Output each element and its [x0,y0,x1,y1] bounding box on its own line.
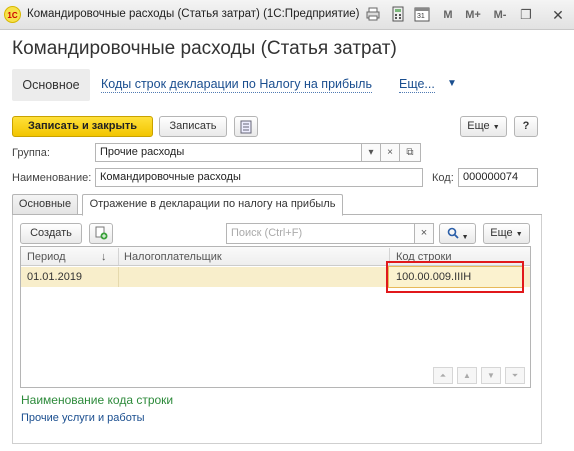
search-chevron-icon: ▼ [461,234,469,241]
search-clear-icon[interactable]: × [414,223,434,244]
window-title: Командировочные расходы (Статья затрат) … [27,8,360,20]
group-label: Группа: [12,147,50,159]
scroll-top-icon[interactable]: ⏶ [433,367,453,384]
column-header-taxpayer[interactable]: Налогоплательщик [124,251,222,263]
help-button[interactable]: ? [514,116,538,137]
page-title: Командировочные расходы (Статья затрат) [12,38,397,59]
table-more-button[interactable]: Еще ▼ [483,223,530,244]
memory-m-button[interactable]: M [441,6,455,24]
nav-declaration-codes-link[interactable]: Коды строк декларации по Налогу на прибы… [101,77,372,93]
group-clear-icon[interactable]: × [380,143,400,162]
table-more-label: Еще [490,227,513,239]
list-icon [240,120,252,134]
line-code-name-text[interactable]: Прочие услуги и работы [21,412,145,424]
copy-row-button[interactable] [89,223,113,244]
cell-period[interactable]: 01.01.2019 [27,271,82,283]
printer-icon[interactable] [364,6,382,24]
app-logo-icon: 1С [4,6,21,23]
form-more-button[interactable]: Еще ▼ [460,116,507,137]
name-field[interactable]: Командировочные расходы [95,168,423,187]
group-open-icon[interactable]: ⧉ [399,143,421,162]
search-button[interactable]: ▼ [439,223,476,244]
memory-minus-button[interactable]: M- [491,6,509,24]
scroll-up-icon[interactable]: ▲ [457,367,477,384]
code-field[interactable]: 000000074 [458,168,538,187]
tab-declaration-reflection[interactable]: Отражение в декларации по налогу на приб… [82,194,343,216]
chevron-down-icon: ▼ [515,231,523,238]
nav-main-tab[interactable]: Основное [12,69,90,101]
chevron-down-icon: ▼ [492,124,500,131]
scroll-down-icon[interactable]: ▼ [481,367,501,384]
column-header-period[interactable]: Период [27,251,66,263]
group-field[interactable]: Прочие расходы [95,143,362,162]
line-code-name-title: Наименование кода строки [21,393,174,407]
tab-basic[interactable]: Основные [12,194,78,215]
search-input[interactable]: Поиск (Ctrl+F) [226,223,415,244]
save-and-close-button[interactable]: Записать и закрыть [12,116,153,137]
highlight-frame [386,261,524,293]
cell-separator [118,267,119,287]
nav-more-arrow-icon[interactable]: ▼ [447,78,457,89]
name-label: Наименование: [12,172,92,184]
create-button[interactable]: Создать [20,223,82,244]
column-separator [118,248,119,265]
report-list-button[interactable] [234,116,258,137]
calendar-day: 31 [417,13,425,20]
memory-plus-button[interactable]: M+ [462,6,484,24]
scroll-bottom-icon[interactable]: ⏷ [505,367,525,384]
search-icon [447,227,459,239]
add-copy-icon [95,226,108,240]
nav-more-link[interactable]: Еще... [399,77,435,93]
group-dropdown-icon[interactable]: ▾ [361,143,381,162]
close-icon[interactable]: ✕ [549,6,567,24]
save-button[interactable]: Записать [159,116,227,137]
calculator-icon[interactable] [389,6,407,24]
restore-icon[interactable]: ❐ [517,6,535,24]
form-more-label: Еще [467,120,490,132]
sort-desc-icon[interactable]: ↓ [101,251,107,263]
code-label: Код: [432,172,454,184]
